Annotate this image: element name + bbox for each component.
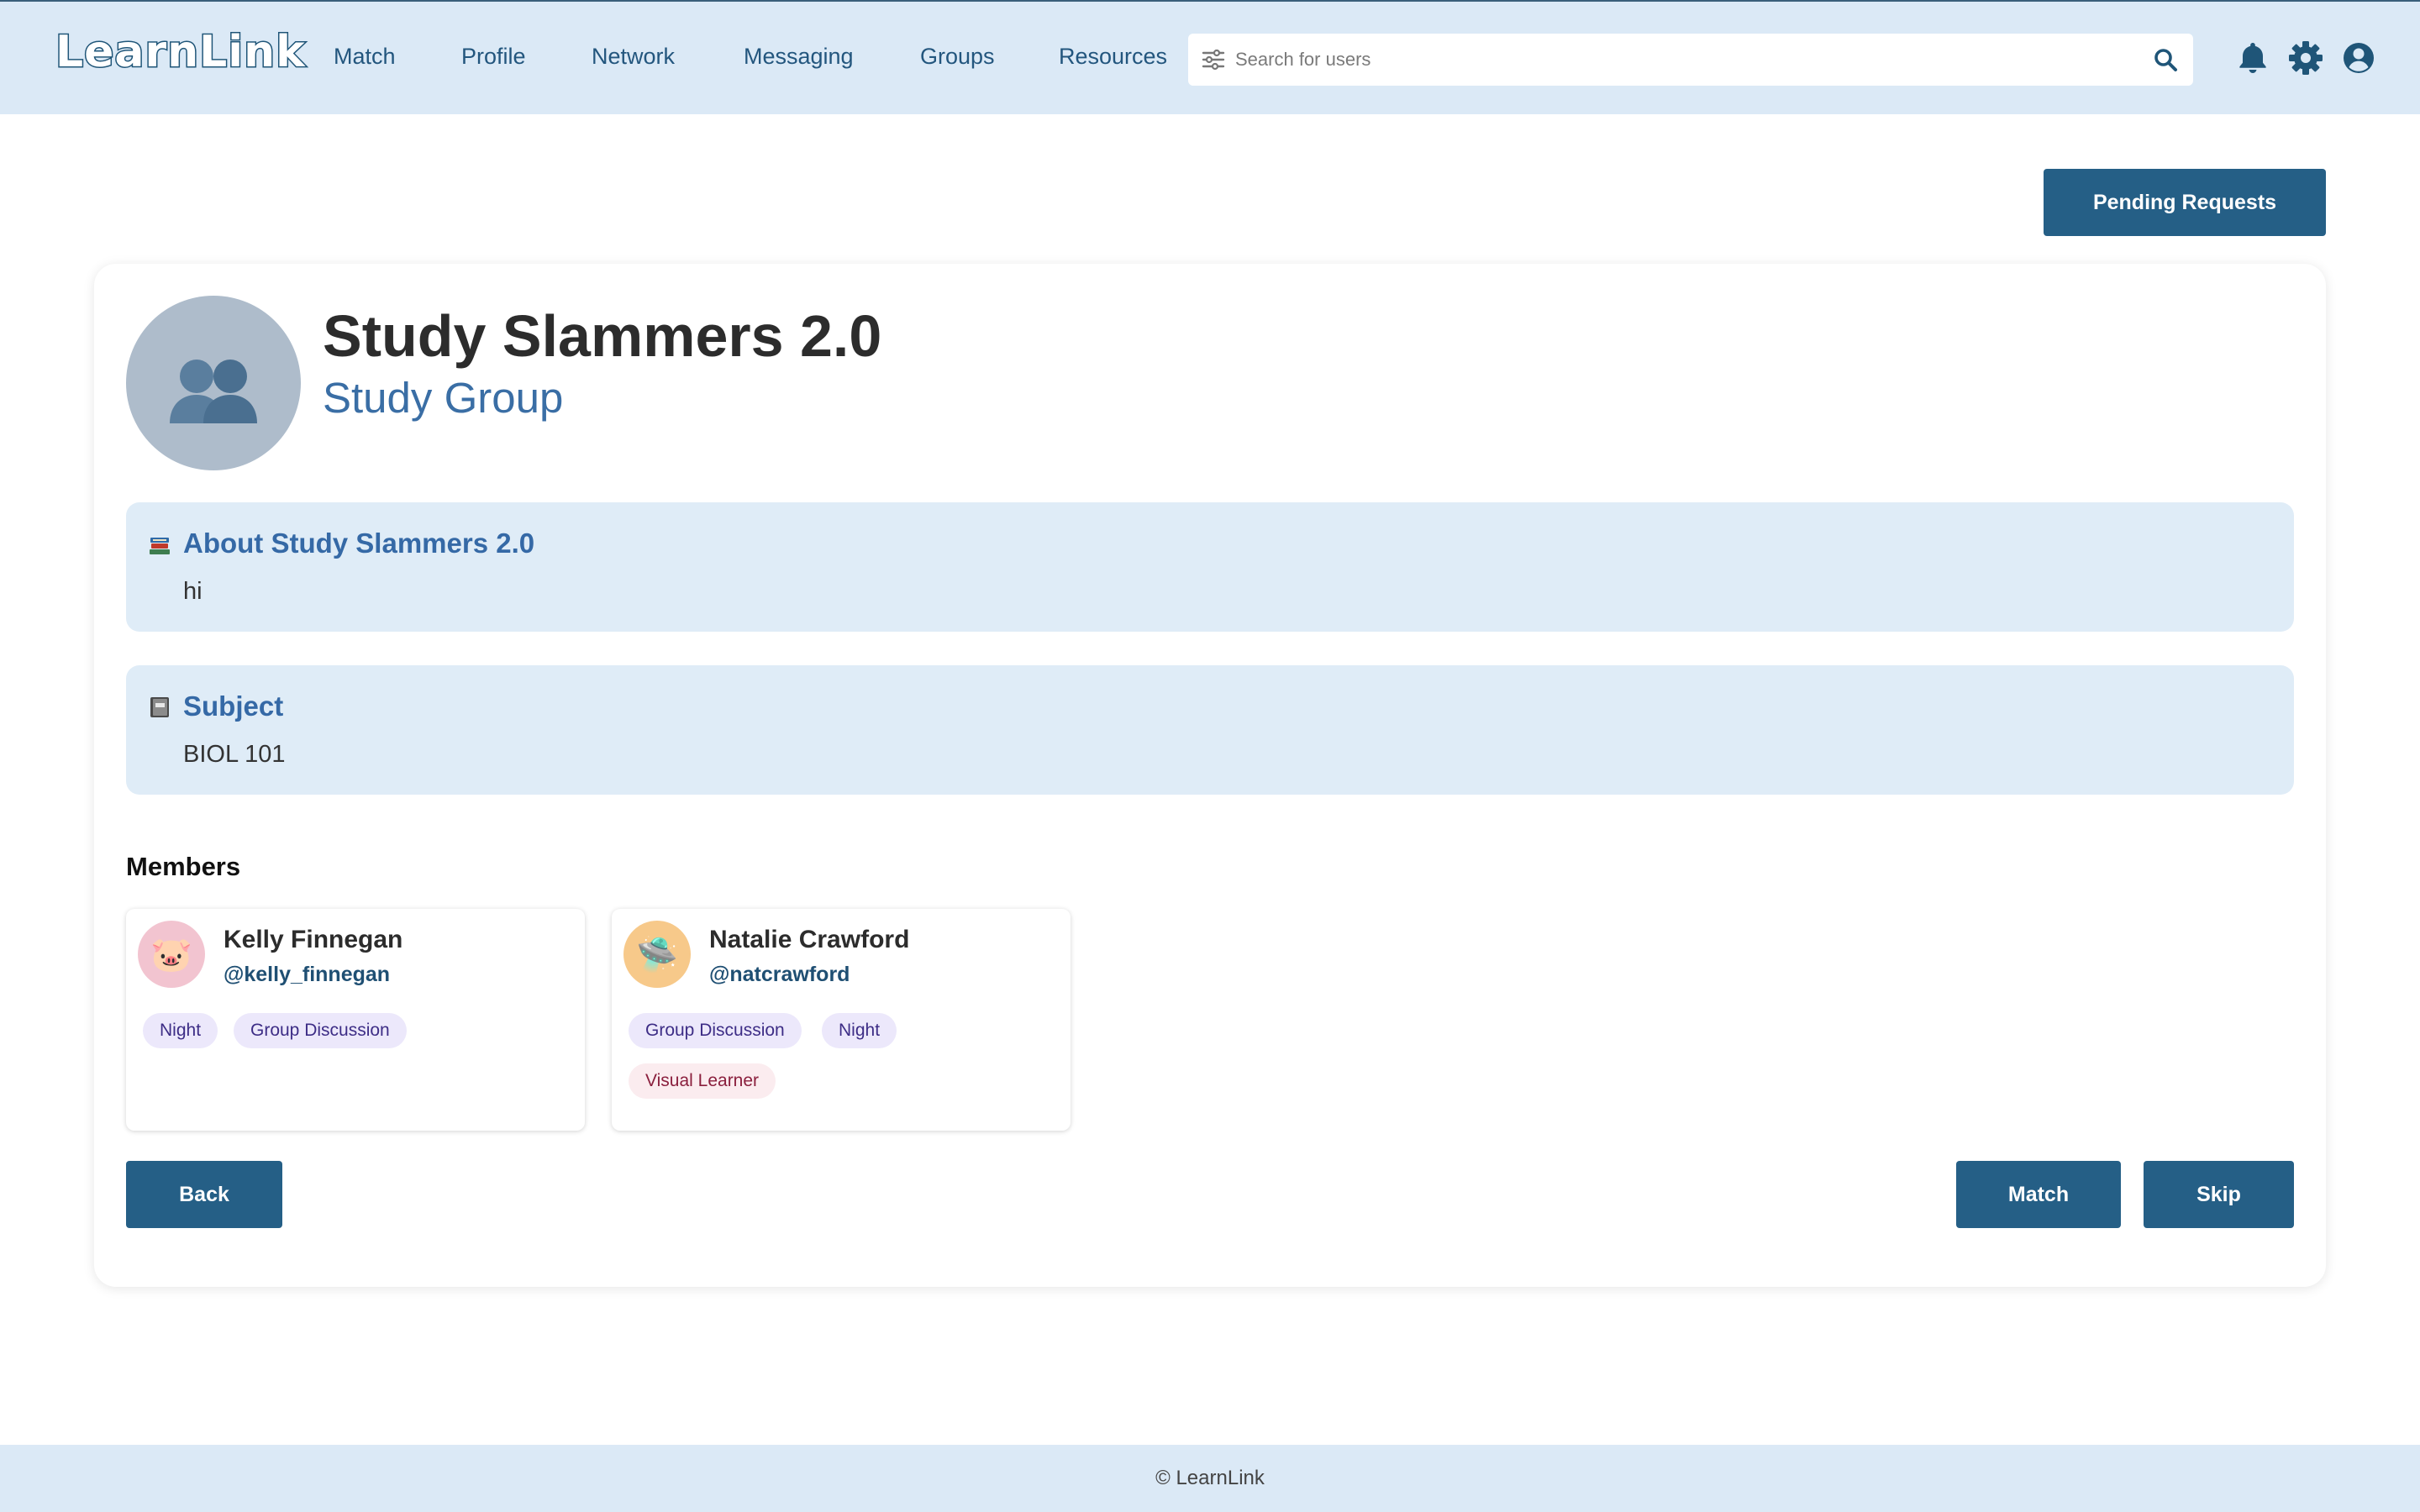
about-section: About Study Slammers 2.0 hi xyxy=(126,502,2294,632)
group-avatar xyxy=(126,296,301,470)
group-profile-card: Study Slammers 2.0 Study Group About Stu… xyxy=(94,264,2326,1287)
tag-badge: Visual Learner xyxy=(629,1063,776,1099)
back-button[interactable]: Back xyxy=(126,1161,282,1228)
member-name: Kelly Finnegan xyxy=(224,926,403,953)
group-silhouette-icon xyxy=(170,360,257,423)
nav-item-groups[interactable]: Groups xyxy=(920,44,995,70)
member-card[interactable]: 🛸 Natalie Crawford @natcrawford Group Di… xyxy=(612,909,1071,1131)
search-input[interactable] xyxy=(1235,42,2126,77)
member-card[interactable]: 🐷 Kelly Finnegan @kelly_finnegan Night G… xyxy=(126,909,585,1131)
nav-item-network[interactable]: Network xyxy=(592,44,675,70)
members-heading: Members xyxy=(126,852,241,881)
books-icon xyxy=(150,538,170,554)
user-circle-icon[interactable] xyxy=(2341,40,2376,76)
tag-badge: Group Discussion xyxy=(234,1013,407,1048)
nav-item-messaging[interactable]: Messaging xyxy=(744,44,854,70)
bell-icon[interactable] xyxy=(2235,40,2270,76)
search-icon[interactable] xyxy=(2153,47,2178,72)
group-name-heading: Study Slammers 2.0 xyxy=(323,303,882,369)
footer-copyright: © LearnLink xyxy=(1155,1467,1265,1489)
tag-badge: Night xyxy=(143,1013,218,1048)
group-type-label: Study Group xyxy=(323,374,564,422)
subject-body: BIOL 101 xyxy=(183,741,286,768)
nav-item-profile[interactable]: Profile xyxy=(461,44,526,70)
gear-icon[interactable] xyxy=(2288,40,2323,76)
member-handle[interactable]: @kelly_finnegan xyxy=(224,963,390,987)
learnlink-logo[interactable]: LearnLink xyxy=(55,26,307,79)
pending-requests-button[interactable]: Pending Requests xyxy=(2044,169,2326,236)
top-navbar: LearnLink Match Profile Network Messagin… xyxy=(0,0,2420,114)
avatar: 🛸 xyxy=(623,921,691,988)
about-title: About Study Slammers 2.0 xyxy=(183,528,535,559)
subject-title: Subject xyxy=(183,690,284,722)
notebook-icon xyxy=(150,697,169,717)
nav-item-resources[interactable]: Resources xyxy=(1059,44,1167,70)
about-body: hi xyxy=(183,578,203,605)
match-button[interactable]: Match xyxy=(1956,1161,2121,1228)
member-name: Natalie Crawford xyxy=(709,926,910,953)
member-handle[interactable]: @natcrawford xyxy=(709,963,850,987)
footer: © LearnLink xyxy=(0,1445,2420,1512)
avatar: 🐷 xyxy=(138,921,205,988)
nav-item-match[interactable]: Match xyxy=(334,44,396,70)
tag-badge: Night xyxy=(822,1013,897,1048)
search-bar xyxy=(1188,34,2193,86)
skip-button[interactable]: Skip xyxy=(2144,1161,2294,1228)
subject-section: Subject BIOL 101 xyxy=(126,665,2294,795)
tag-badge: Group Discussion xyxy=(629,1013,802,1048)
sliders-icon[interactable] xyxy=(1202,49,1225,71)
